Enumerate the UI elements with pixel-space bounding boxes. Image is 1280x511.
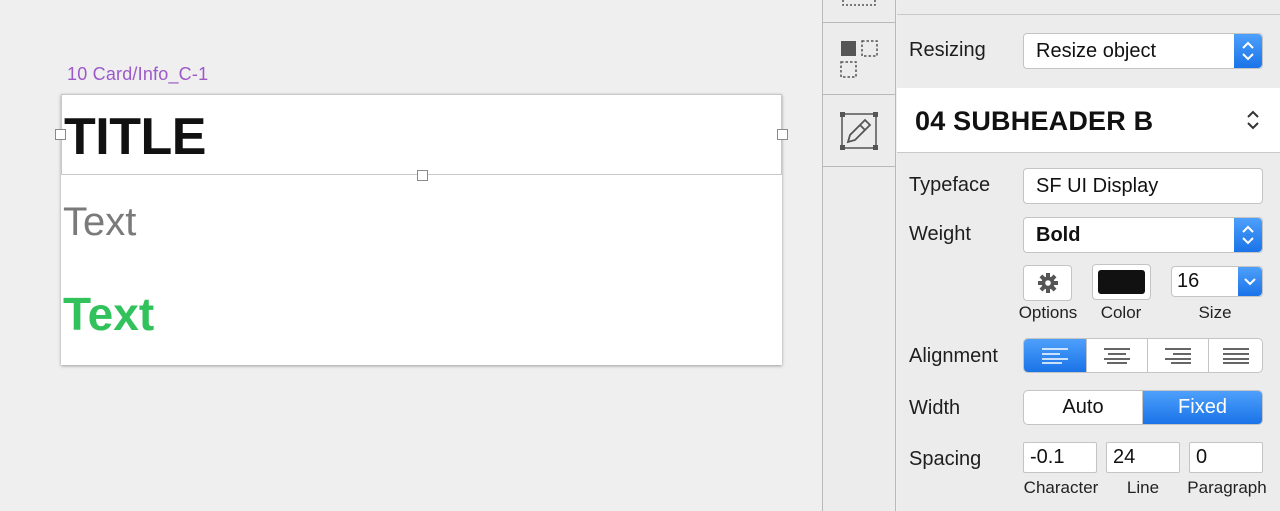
weight-label: Weight (909, 223, 971, 245)
card-title[interactable]: TITLE (64, 107, 206, 167)
color-swatch (1098, 270, 1145, 294)
resizing-select[interactable]: Resize object (1023, 33, 1263, 69)
size-dropdown-arrow[interactable] (1238, 267, 1262, 296)
weight-select[interactable]: Bold (1023, 217, 1263, 253)
paragraph-spacing-field[interactable]: 0 (1189, 442, 1263, 473)
design-canvas[interactable]: 10 Card/Info_C-1 TITLE Text Text (0, 0, 822, 511)
text-style-selector[interactable]: 04 SUBHEADER B (897, 88, 1280, 152)
align-justify-button[interactable] (1209, 339, 1262, 372)
edit-frame-icon (840, 112, 878, 150)
gear-icon (1037, 273, 1058, 293)
line-spacing-value: 24 (1113, 446, 1136, 468)
options-label: Options (1018, 303, 1078, 322)
align-left-icon (1042, 347, 1068, 364)
align-right-icon (1165, 347, 1191, 364)
inspector-panel: Resizing Resize object 04 SUBHEADER B Ty… (897, 0, 1280, 511)
align-justify-icon (1222, 347, 1249, 364)
size-combobox[interactable]: 16 (1171, 266, 1263, 297)
symbols-grid-icon (840, 40, 878, 78)
dashed-rect-icon (842, 0, 876, 6)
line-spacing-field[interactable]: 24 (1106, 442, 1180, 473)
tool-button-symbols[interactable] (823, 23, 895, 95)
align-center-button[interactable] (1087, 339, 1148, 372)
character-spacing-value: -0.1 (1030, 446, 1065, 468)
tool-column (822, 0, 896, 511)
options-button[interactable] (1023, 265, 1072, 301)
typeface-label: Typeface (909, 174, 991, 196)
width-label: Width (909, 397, 961, 419)
alignment-label: Alignment (909, 345, 998, 367)
typeface-field[interactable]: SF UI Display (1023, 168, 1263, 204)
resize-handle-bottom[interactable] (417, 170, 428, 181)
size-label: Size (1198, 303, 1232, 322)
chevron-updown-icon (1247, 110, 1259, 130)
chevron-updown-icon (1242, 225, 1254, 245)
inspector-top-divider (897, 14, 1280, 15)
resizing-value: Resize object (1036, 39, 1157, 62)
select-arrows (1234, 218, 1262, 252)
card-artboard[interactable]: TITLE Text Text (55, 94, 788, 365)
line-label: Line (1126, 478, 1160, 497)
artboard-label[interactable]: 10 Card/Info_C-1 (67, 64, 208, 85)
color-well[interactable] (1092, 264, 1151, 300)
card-highlight-text[interactable]: Text (63, 287, 154, 341)
alignment-segmented-control[interactable] (1023, 338, 1263, 373)
tool-button-top[interactable] (823, 0, 895, 23)
size-value: 16 (1177, 270, 1200, 292)
align-center-icon (1104, 347, 1130, 364)
resizing-label: Resizing (909, 39, 986, 61)
select-arrows (1234, 34, 1262, 68)
text-style-name: 04 SUBHEADER B (915, 106, 1154, 136)
chevron-down-icon (1244, 277, 1256, 285)
typeface-value: SF UI Display (1036, 174, 1159, 197)
card-body-text[interactable]: Text (63, 200, 136, 245)
paragraph-label: Paragraph (1187, 478, 1267, 497)
width-auto-button[interactable]: Auto (1024, 391, 1143, 424)
paragraph-spacing-value: 0 (1196, 446, 1208, 468)
weight-value: Bold (1036, 223, 1081, 246)
character-label: Character (1023, 478, 1099, 497)
align-left-button[interactable] (1024, 339, 1087, 372)
color-label: Color (1100, 303, 1142, 322)
width-fixed-button[interactable]: Fixed (1143, 391, 1262, 424)
width-segmented-control[interactable]: Auto Fixed (1023, 390, 1263, 425)
character-spacing-field[interactable]: -0.1 (1023, 442, 1097, 473)
resize-handle-left[interactable] (55, 129, 66, 140)
title-text-layer-selection[interactable]: TITLE (61, 94, 782, 175)
align-right-button[interactable] (1148, 339, 1209, 372)
tool-button-edit[interactable] (823, 95, 895, 167)
resize-handle-right[interactable] (777, 129, 788, 140)
style-divider (897, 152, 1280, 153)
chevron-updown-icon (1242, 41, 1254, 61)
spacing-label: Spacing (909, 448, 982, 470)
